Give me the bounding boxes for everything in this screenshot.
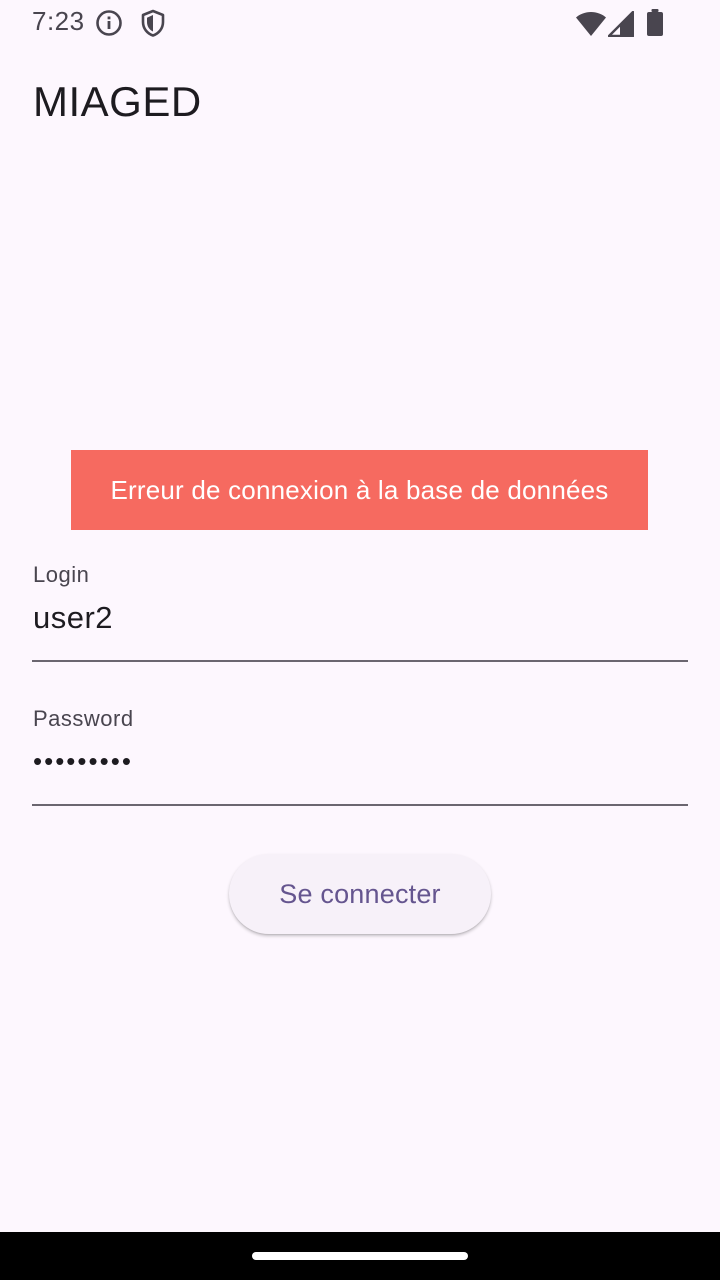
battery-icon xyxy=(647,9,663,36)
info-icon xyxy=(96,10,122,36)
status-bar: 7:23 xyxy=(0,0,720,48)
password-label: Password xyxy=(33,706,134,731)
login-input[interactable]: user2 xyxy=(33,600,113,636)
password-field[interactable]: Password ••••••••• xyxy=(32,706,688,806)
error-banner: Erreur de connexion à la base de données xyxy=(71,450,648,530)
home-gesture-handle[interactable] xyxy=(252,1252,468,1260)
app-title: MIAGED xyxy=(33,78,202,125)
cell-signal-icon xyxy=(608,11,634,37)
password-input[interactable]: ••••••••• xyxy=(33,746,133,777)
login-label: Login xyxy=(33,562,90,587)
login-field[interactable]: Login user2 xyxy=(32,562,688,662)
shield-icon xyxy=(141,9,165,37)
wifi-icon xyxy=(576,12,606,36)
password-underline xyxy=(32,804,688,806)
navigation-bar xyxy=(0,1232,720,1280)
login-button[interactable]: Se connecter xyxy=(229,854,491,934)
status-time: 7:23 xyxy=(32,6,85,36)
login-underline xyxy=(32,660,688,662)
